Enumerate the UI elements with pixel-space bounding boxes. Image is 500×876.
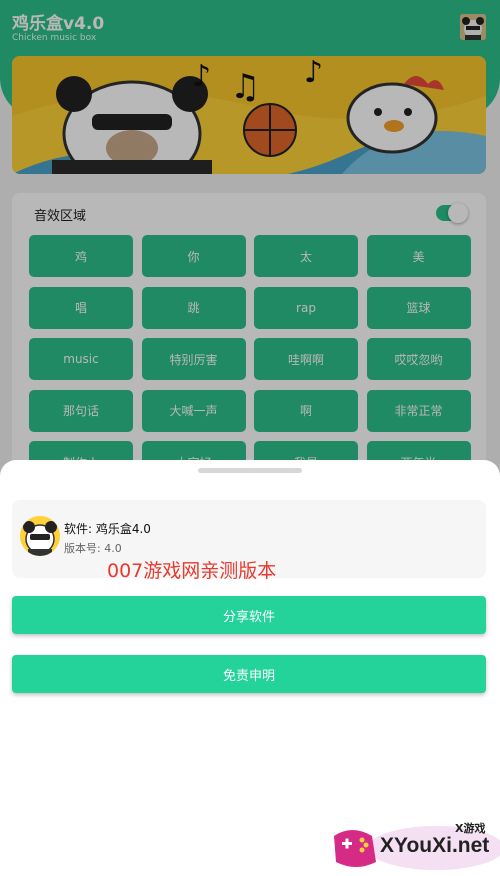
watermark-site: XYouXi.net	[380, 834, 490, 857]
disclaimer-button[interactable]: 免责申明	[12, 655, 486, 693]
sheet-drag-handle[interactable]	[198, 468, 302, 473]
software-name: 软件: 鸡乐盒4.0	[64, 522, 151, 536]
site-watermark: X游戏 XYouXi.net	[326, 818, 500, 876]
app-logo-icon	[20, 516, 60, 556]
overlay-watermark-text: 007游戏网亲测版本	[107, 560, 277, 582]
software-version: 版本号: 4.0	[64, 542, 122, 555]
share-software-button[interactable]: 分享软件	[12, 596, 486, 634]
about-bottom-sheet: 软件: 鸡乐盒4.0 版本号: 4.0 007游戏网亲测版本 分享软件 免责申明	[0, 460, 500, 876]
